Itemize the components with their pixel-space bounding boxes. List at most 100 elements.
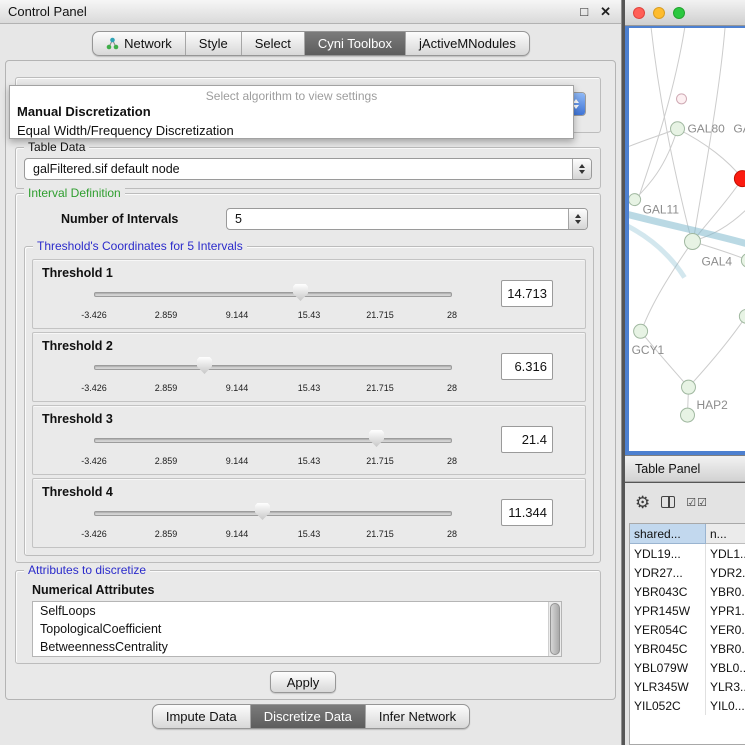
tab-discretize-data[interactable]: Discretize Data xyxy=(250,705,365,728)
slider-track[interactable] xyxy=(94,292,452,297)
table-data-combobox[interactable]: galFiltered.sif default node xyxy=(24,158,592,180)
tick-label: -3.426 xyxy=(81,529,107,539)
slider-track[interactable] xyxy=(94,438,452,443)
network-node-gal11[interactable] xyxy=(629,194,641,206)
tab-select[interactable]: Select xyxy=(241,32,304,55)
tab-select-label: Select xyxy=(255,36,291,51)
attributes-group: Attributes to discretize Numerical Attri… xyxy=(15,570,601,664)
tick-label: 9.144 xyxy=(226,383,249,393)
tab-infer-network[interactable]: Infer Network xyxy=(365,705,469,728)
algorithm-option-manual-discretization[interactable]: Manual Discretization xyxy=(10,102,573,121)
threshold-1-slider[interactable]: -3.426 2.859 9.144 15.43 21.715 28 xyxy=(87,284,459,324)
threshold-3-label: Threshold 3 xyxy=(42,412,113,426)
table-row[interactable]: YDR27...YDR2... xyxy=(630,563,745,582)
node-label-gal4: GAL4 xyxy=(701,254,732,268)
tick-label: -3.426 xyxy=(81,310,107,320)
threshold-3-panel: Threshold 3 -3.426 2.859 9.144 15.43 21.… xyxy=(32,405,586,475)
close-icon[interactable]: ✕ xyxy=(600,4,611,20)
node-label-gal11: GAL11 xyxy=(643,203,680,217)
float-window-icon[interactable]: □ xyxy=(580,4,588,19)
cell: YDR2... xyxy=(706,563,745,582)
table-row[interactable]: YER054CYER0... xyxy=(630,620,745,639)
column-header-name[interactable]: n... xyxy=(706,524,745,544)
threshold-4-slider[interactable]: -3.426 2.859 9.144 15.43 21.715 28 xyxy=(87,503,459,543)
slider-track[interactable] xyxy=(94,365,452,370)
slider-thumb[interactable] xyxy=(293,284,308,301)
interval-definition-group: Interval Definition Number of Intervals … xyxy=(15,193,601,563)
algorithm-dropdown-popup: Select algorithm to view settings Manual… xyxy=(9,85,574,139)
table-header-row: shared... n... xyxy=(630,524,745,544)
close-traffic-light[interactable] xyxy=(633,7,645,19)
number-of-intervals-value: 5 xyxy=(227,212,568,226)
network-node[interactable] xyxy=(739,309,745,323)
select-columns-icon[interactable]: ☑☑ xyxy=(686,496,708,509)
cell: YBR043C xyxy=(630,582,706,601)
tab-cyni-toolbox-label: Cyni Toolbox xyxy=(318,36,392,51)
slider-thumb[interactable] xyxy=(255,503,270,520)
bottom-tab-bar: Impute Data Discretize Data Infer Networ… xyxy=(0,704,622,729)
scrollbar-thumb[interactable] xyxy=(550,603,560,655)
control-panel-titlebar: Control Panel □ ✕ xyxy=(0,0,621,24)
tab-impute-data[interactable]: Impute Data xyxy=(153,705,250,728)
table-row[interactable]: YBR043CYBR0... xyxy=(630,582,745,601)
number-of-intervals-combobox[interactable]: 5 xyxy=(226,208,588,230)
tab-cyni-toolbox[interactable]: Cyni Toolbox xyxy=(304,32,405,55)
threshold-1-value-field[interactable]: 14.713 xyxy=(501,280,553,307)
list-scrollbar[interactable] xyxy=(548,602,561,656)
combobox-stepper-icon[interactable] xyxy=(572,159,591,179)
table-row[interactable]: YLR345WYLR3... xyxy=(630,677,745,696)
threshold-4-value-field[interactable]: 11.344 xyxy=(501,499,553,526)
table-data-label: Table Data xyxy=(24,140,89,154)
network-node[interactable] xyxy=(741,253,745,267)
cell: YBR0... xyxy=(706,582,745,601)
network-node-gal4[interactable] xyxy=(685,234,701,250)
column-header-shared-name[interactable]: shared... xyxy=(630,524,706,544)
table-row[interactable]: YBR045CYBR0... xyxy=(630,639,745,658)
tab-network[interactable]: Network xyxy=(93,32,185,55)
table-row[interactable]: YPR145WYPR1... xyxy=(630,601,745,620)
list-item-topologicalcoefficient[interactable]: TopologicalCoefficient xyxy=(33,620,561,638)
threshold-3-slider[interactable]: -3.426 2.859 9.144 15.43 21.715 28 xyxy=(87,430,459,470)
cell: YBL0... xyxy=(706,658,745,677)
combobox-stepper-icon[interactable] xyxy=(568,209,587,229)
apply-button[interactable]: Apply xyxy=(270,671,336,693)
slider-thumb[interactable] xyxy=(197,357,212,374)
control-panel-window: Control Panel □ ✕ Network Style Select C… xyxy=(0,0,622,745)
list-item-betweennesscentrality[interactable]: BetweennessCentrality xyxy=(33,638,561,656)
number-of-intervals-label: Number of Intervals xyxy=(61,212,178,226)
cell: YDL19... xyxy=(630,544,706,563)
table-toolbar: ⚙ ☑☑ xyxy=(635,489,708,515)
slider-track[interactable] xyxy=(94,511,452,516)
settings-gear-icon[interactable]: ⚙ xyxy=(635,494,650,511)
tab-style[interactable]: Style xyxy=(185,32,241,55)
cell: YER0... xyxy=(706,620,745,639)
network-canvas[interactable]: GAL80 GA GAL11 GAL4 GCY1 HAP2 xyxy=(625,26,745,455)
network-node-gal80[interactable] xyxy=(671,122,685,136)
network-node[interactable] xyxy=(682,380,696,394)
network-node[interactable] xyxy=(677,94,687,104)
network-node-selected[interactable] xyxy=(734,171,745,187)
network-node-hap2[interactable] xyxy=(681,408,695,422)
column-layout-icon[interactable] xyxy=(661,496,675,508)
threshold-2-slider[interactable]: -3.426 2.859 9.144 15.43 21.715 28 xyxy=(87,357,459,397)
slider-thumb[interactable] xyxy=(369,430,384,447)
cell: YPR1... xyxy=(706,601,745,620)
tab-jactivemnodules[interactable]: jActiveMNodules xyxy=(405,32,529,55)
threshold-2-value-field[interactable]: 6.316 xyxy=(501,353,553,380)
network-node-gcy1[interactable] xyxy=(634,324,648,338)
algorithm-option-equal-width-frequency[interactable]: Equal Width/Frequency Discretization xyxy=(10,121,573,140)
threshold-3-value-field[interactable]: 21.4 xyxy=(501,426,553,453)
table-row[interactable]: YIL052CYIL0... xyxy=(630,696,745,715)
zoom-traffic-light[interactable] xyxy=(673,7,685,19)
tick-label: 28 xyxy=(447,456,457,466)
minimize-traffic-light[interactable] xyxy=(653,7,665,19)
table-row[interactable]: YBL079WYBL0... xyxy=(630,658,745,677)
table-row[interactable]: YDL19...YDL1... xyxy=(630,544,745,563)
tab-network-label: Network xyxy=(124,36,172,51)
tick-label: 21.715 xyxy=(366,383,394,393)
list-item-selfloops[interactable]: SelfLoops xyxy=(33,602,561,620)
table-data-value: galFiltered.sif default node xyxy=(25,162,572,176)
node-label-partial: GA xyxy=(733,122,745,136)
tick-label: 21.715 xyxy=(366,456,394,466)
cell: YBR0... xyxy=(706,639,745,658)
